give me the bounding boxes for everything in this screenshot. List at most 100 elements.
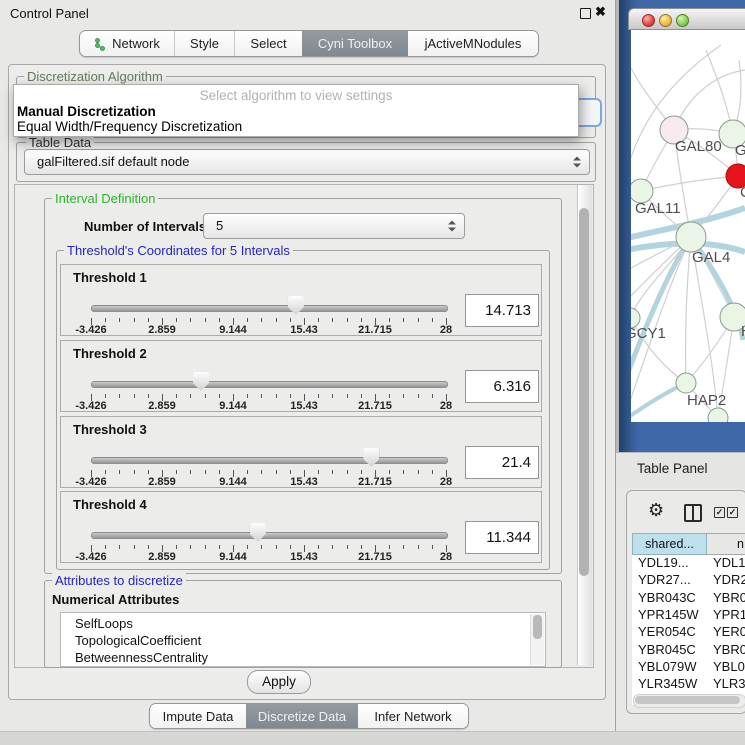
- dropdown-option-equal-width[interactable]: Equal Width/Frequency Discretization: [17, 119, 242, 134]
- table-row[interactable]: YDR27...YDR2: [632, 572, 745, 589]
- tab-impute-data[interactable]: Impute Data: [150, 704, 246, 728]
- tab-discretize-data[interactable]: Discretize Data: [246, 704, 358, 728]
- numerical-attributes-label: Numerical Attributes: [52, 592, 179, 607]
- list-scrollbar-thumb[interactable]: [533, 615, 542, 639]
- column-header-name[interactable]: n: [707, 533, 745, 555]
- node-label: GCY1: [631, 325, 666, 342]
- axis-tick-label: -3.426: [75, 324, 106, 336]
- slider-handle[interactable]: [193, 372, 209, 391]
- number-of-intervals-value: 5: [216, 214, 223, 238]
- axis-tick-label: 2.859: [148, 400, 176, 412]
- dropdown-option-manual[interactable]: Manual Discretization: [17, 104, 156, 119]
- threshold-label: Threshold 4: [73, 497, 147, 512]
- checkbox-icon[interactable]: ✓: [714, 507, 725, 518]
- axis-tick-label: -3.426: [75, 551, 106, 563]
- threshold-label: Threshold 2: [73, 346, 147, 361]
- threshold-value-field[interactable]: 21.4: [465, 446, 539, 479]
- threshold-slider-row: Threshold 3-3.4262.8599.14415.4321.71528…: [60, 416, 542, 488]
- node-label: C: [740, 184, 745, 201]
- table-row[interactable]: YBR043CYBR0: [632, 590, 745, 607]
- axis-tick-label: 2.859: [148, 476, 176, 488]
- table-row[interactable]: YPR145WYPR1: [632, 607, 745, 624]
- node-attribute-table[interactable]: shared... n YDL19...YDL1YDR27...YDR2YBR0…: [632, 533, 745, 705]
- slider-track[interactable]: [91, 457, 448, 464]
- threshold-slider-row: Threshold 1 -3.426 2.859 9.144 15.43 21.715 28…: [60, 264, 542, 336]
- axis-tick-label: 15.43: [290, 324, 318, 336]
- axis-tick-label: 15.43: [290, 400, 318, 412]
- node-label: GAL4: [692, 249, 730, 266]
- threshold-value-field[interactable]: 11.344: [465, 521, 539, 554]
- attribute-list-item[interactable]: BetweennessCentrality: [61, 649, 545, 666]
- slider-handle[interactable]: [250, 523, 266, 542]
- attribute-list-item[interactable]: TopologicalCoefficient: [61, 632, 545, 649]
- axis-tick-label: 2.859: [148, 551, 176, 563]
- top-tab-bar: Network Style Select Cyni Toolbox jActiv…: [79, 30, 539, 57]
- tab-infer-network[interactable]: Infer Network: [358, 704, 468, 728]
- dropdown-placeholder-option[interactable]: Select algorithm to view settings: [14, 88, 578, 103]
- table-row[interactable]: YBL079WYBL0: [632, 659, 745, 676]
- threshold-value-field[interactable]: 6.316: [465, 370, 539, 403]
- attributes-group-label: Attributes to discretize: [52, 573, 186, 588]
- zoom-traffic-light-icon[interactable]: [676, 14, 689, 27]
- table-row[interactable]: YDL19...YDL1: [632, 555, 745, 572]
- axis-tick-label: 9.144: [219, 324, 247, 336]
- column-header-shared-name[interactable]: shared...: [632, 533, 707, 555]
- slider-track[interactable]: [91, 532, 448, 539]
- screen: Control Panel ✖ Network Style Select Cyn…: [0, 0, 745, 745]
- axis-tick-label: 2.859: [148, 324, 176, 336]
- axis-tick-label: 21.715: [358, 324, 392, 336]
- axis-tick-label: 28: [440, 324, 452, 336]
- table-row[interactable]: YER054CYER0: [632, 624, 745, 641]
- numerical-attributes-list[interactable]: SelfLoopsTopologicalCoefficientBetweenne…: [60, 612, 546, 667]
- network-tree-icon: [94, 37, 106, 51]
- gear-icon[interactable]: ⚙: [648, 501, 664, 519]
- interval-definition-label: Interval Definition: [52, 191, 158, 206]
- slider-handle[interactable]: [288, 296, 304, 315]
- tab-cyni-toolbox[interactable]: Cyni Toolbox: [302, 31, 408, 56]
- threshold-value-field[interactable]: 14.713: [465, 294, 539, 327]
- axis-tick-label: 15.43: [290, 551, 318, 563]
- split-view-icon[interactable]: [684, 504, 702, 522]
- vertical-scrollbar-thumb[interactable]: [579, 208, 589, 576]
- threshold-label: Threshold 1: [73, 270, 147, 285]
- checkbox-icon[interactable]: ✓: [727, 507, 738, 518]
- table-row[interactable]: YLR345WYLR3: [632, 676, 745, 693]
- horizontal-scrollbar-thumb[interactable]: [635, 696, 740, 704]
- axis-tick-label: 9.144: [219, 400, 247, 412]
- network-node[interactable]: [676, 373, 696, 393]
- tab-select[interactable]: Select: [234, 31, 302, 56]
- slider-track[interactable]: [91, 381, 448, 388]
- tab-jactivemnodules[interactable]: jActiveMNodules: [408, 31, 538, 56]
- network-window-titlebar[interactable]: [628, 8, 745, 30]
- slider-handle[interactable]: [363, 448, 379, 467]
- float-window-icon[interactable]: [580, 8, 591, 19]
- attribute-list-item[interactable]: SelfLoops: [61, 615, 545, 632]
- axis-tick-label: -3.426: [75, 476, 106, 488]
- close-traffic-light-icon[interactable]: [642, 14, 655, 27]
- table-row[interactable]: YBR045CYBR0: [632, 642, 745, 659]
- number-of-intervals-label: Number of Intervals: [84, 219, 206, 234]
- threshold-label: Threshold 3: [73, 422, 147, 437]
- axis-tick-label: 9.144: [219, 551, 247, 563]
- node-label: HAP2: [687, 392, 726, 409]
- network-node[interactable]: [676, 222, 706, 252]
- combo-stepper-icon: [573, 157, 580, 168]
- table-data-value: galFiltered.sif default node: [37, 150, 189, 174]
- apply-button[interactable]: Apply: [247, 670, 311, 694]
- axis-tick-label: 28: [440, 551, 452, 563]
- minimize-traffic-light-icon[interactable]: [659, 14, 672, 27]
- slider-track[interactable]: [91, 305, 448, 312]
- axis-tick-label: 21.715: [358, 400, 392, 412]
- tab-style[interactable]: Style: [174, 31, 234, 56]
- discretization-algorithm-label: Discretization Algorithm: [24, 69, 166, 84]
- close-icon[interactable]: ✖: [595, 4, 606, 20]
- node-label: GAL80: [675, 138, 722, 155]
- tab-network[interactable]: Network: [80, 31, 174, 56]
- axis-tick-label: 9.144: [219, 476, 247, 488]
- network-view-canvas[interactable]: GAL80GCGAL11GAL4GCY1HHAP2: [631, 30, 745, 422]
- table-data-combobox[interactable]: galFiltered.sif default node: [24, 149, 590, 175]
- mode-tab-bar: Impute Data Discretize Data Infer Networ…: [149, 703, 469, 729]
- table-panel-title: Table Panel: [637, 461, 708, 476]
- threshold-slider-row: Threshold 4-3.4262.8599.14415.4321.71528…: [60, 491, 542, 563]
- number-of-intervals-combobox[interactable]: 5: [203, 213, 465, 239]
